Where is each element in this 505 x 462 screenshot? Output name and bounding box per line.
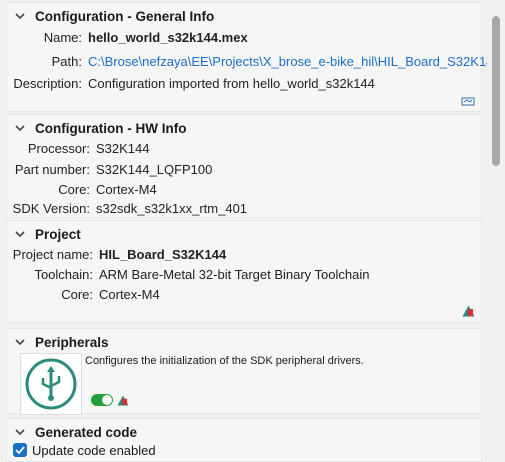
name-row: Name: hello_world_s32k144.mex [7, 28, 248, 46]
project-section: Project Project name: HIL_Board_S32K144 … [6, 220, 482, 323]
hw-info-section: Configuration - HW Info Processor: S32K1… [6, 114, 482, 218]
vertical-scrollbar[interactable] [487, 0, 505, 462]
processor-value: S32K144 [96, 140, 150, 156]
name-label: Name: [43, 29, 82, 45]
section-title: Configuration - General Info [35, 8, 215, 24]
generated-code-header[interactable]: Generated code [13, 423, 137, 441]
section-title: Configuration - HW Info [35, 120, 187, 136]
project-name-label: Project name: [12, 246, 93, 262]
processor-row: Processor: S32K144 [7, 139, 150, 157]
update-code-checkbox[interactable] [13, 443, 27, 457]
project-core-value: Cortex-M4 [99, 286, 160, 302]
part-number-row: Part number: S32K144_LQFP100 [7, 160, 213, 178]
chevron-down-icon [15, 125, 25, 132]
project-name-row: Project name: HIL_Board_S32K144 [7, 245, 226, 263]
general-info-section: Configuration - General Info Name: hello… [6, 2, 487, 112]
project-core-row: Core: Cortex-M4 [7, 285, 160, 303]
update-code-row[interactable]: Update code enabled [13, 441, 156, 459]
configuration-overview: Configuration - General Info Name: hello… [0, 0, 487, 462]
project-core-label: Core: [61, 286, 93, 302]
core-value: Cortex-M4 [96, 181, 157, 197]
general-info-header[interactable]: Configuration - General Info [13, 7, 214, 25]
chevron-down-icon [15, 13, 25, 20]
project-name-value: HIL_Board_S32K144 [99, 246, 227, 262]
section-title: Generated code [35, 424, 138, 440]
name-value: hello_world_s32k144.mex [88, 29, 248, 45]
sdk-version-value: s32sdk_s32k1xx_rtm_401 [96, 200, 248, 216]
scrollbar-thumb[interactable] [492, 16, 500, 166]
toolchain-label: Toolchain: [34, 266, 93, 282]
section-title: Peripherals [35, 334, 109, 350]
description-row: Description: Configuration imported from… [7, 74, 375, 92]
project-header[interactable]: Project [13, 225, 81, 243]
core-label: Core: [58, 181, 90, 197]
peripherals-section: Peripherals Configures the initializatio… [6, 328, 482, 415]
generated-code-section: Generated code Update code enabled [6, 418, 482, 462]
path-row: Path: C:\Brose\nefzaya\EE\Projects\X_bro… [7, 52, 487, 70]
part-number-value: S32K144_LQFP100 [96, 161, 213, 177]
part-number-label: Part number: [14, 161, 90, 177]
peripherals-tool-tile[interactable] [20, 353, 82, 415]
chevron-down-icon [15, 231, 25, 238]
warning-icon[interactable] [117, 395, 129, 406]
description-value: Configuration imported from hello_world_… [88, 75, 375, 91]
chevron-down-icon [15, 429, 25, 436]
peripherals-description: Configures the initialization of the SDK… [85, 355, 364, 367]
toolchain-value: ARM Bare-Metal 32-bit Target Binary Tool… [99, 266, 370, 282]
sdk-version-label: SDK Version: [12, 200, 90, 216]
processor-label: Processor: [27, 140, 90, 156]
peripherals-header[interactable]: Peripherals [13, 333, 109, 351]
toolchain-row: Toolchain: ARM Bare-Metal 32-bit Target … [7, 265, 369, 283]
description-label: Description: [13, 75, 82, 91]
check-icon [15, 446, 25, 455]
warning-icon[interactable] [462, 305, 475, 317]
section-title: Project [35, 226, 81, 242]
core-row: Core: Cortex-M4 [7, 180, 157, 198]
path-label: Path: [51, 53, 82, 69]
usb-icon [25, 358, 77, 410]
peripherals-enable-toggle[interactable] [91, 394, 113, 406]
sdk-version-row: SDK Version: s32sdk_s32k1xx_rtm_401 [7, 199, 247, 217]
hw-info-header[interactable]: Configuration - HW Info [13, 119, 186, 137]
chevron-down-icon [15, 339, 25, 346]
update-code-label: Update code enabled [32, 442, 156, 458]
path-link[interactable]: C:\Brose\nefzaya\EE\Projects\X_brose_e-b… [88, 54, 487, 69]
edit-icon[interactable] [461, 96, 475, 106]
